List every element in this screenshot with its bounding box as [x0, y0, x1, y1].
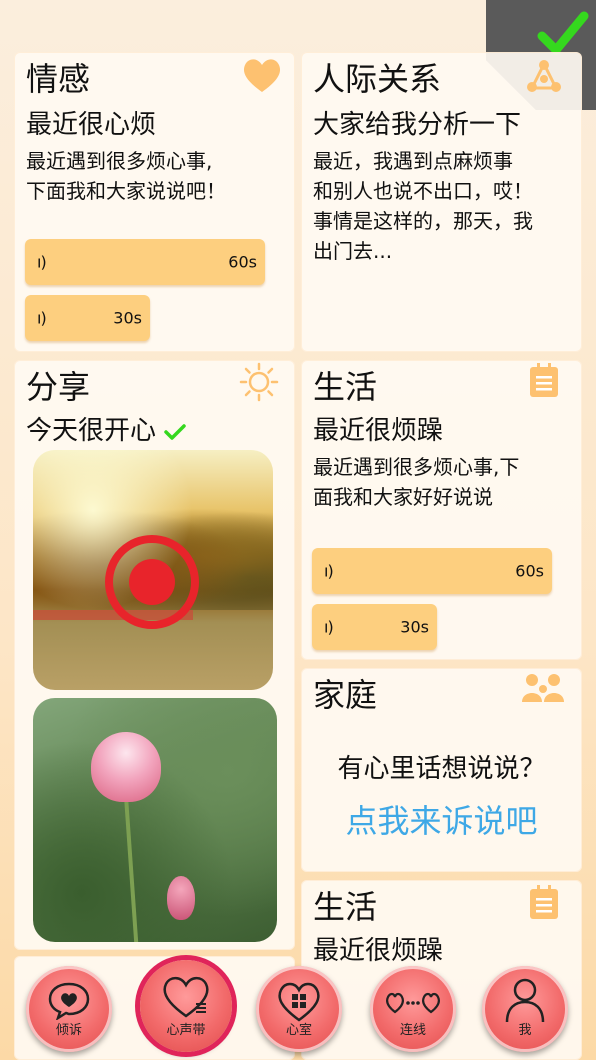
voice-duration: 60s — [515, 561, 544, 581]
category-label: 生活 — [313, 368, 378, 406]
voice-message-60s[interactable]: ı) 60s — [312, 548, 552, 594]
heart-window-icon — [278, 982, 320, 1022]
voice-message-30s[interactable]: ı) 30s — [312, 604, 437, 650]
nav-voice-tape[interactable]: 心声带 — [140, 960, 232, 1052]
nav-heart-room[interactable]: 心室 — [256, 966, 342, 1052]
heart-icon — [243, 59, 281, 92]
voice-wave-icon: ı) — [37, 308, 47, 328]
heart-outline-icon — [163, 976, 209, 1018]
card-life[interactable]: 生活 最近很烦躁 最近遇到很多烦心事,下 面我和大家好好说说 ı) 60s ı)… — [301, 360, 582, 660]
nav-label: 心室 — [285, 1023, 312, 1038]
category-label: 分享 — [26, 368, 91, 406]
play-icon — [129, 559, 175, 605]
post-body: 最近遇到很多烦心事, 下面我和大家说说吧！ — [26, 149, 226, 203]
category-label: 人际关系 — [313, 60, 442, 98]
category-label: 家庭 — [313, 676, 378, 714]
network-icon — [527, 60, 561, 92]
bottom-nav: 倾诉 心声带 心室 连线 我 — [0, 958, 596, 1060]
card-emotion[interactable]: 情感 最近很心烦 最近遇到很多烦心事, 下面我和大家说说吧！ ı) 60s ı)… — [14, 52, 295, 352]
nav-connect[interactable]: 连线 — [370, 966, 456, 1052]
post-body: 最近遇到很多烦心事,下 面我和大家好好说说 — [313, 455, 520, 509]
lotus-flower — [91, 732, 161, 802]
family-icon — [522, 674, 564, 702]
post-title: 最近很烦躁 — [313, 416, 444, 446]
person-icon — [505, 978, 545, 1023]
nav-me[interactable]: 我 — [482, 966, 568, 1052]
post-title: 今天很开心 — [26, 410, 187, 447]
sun-icon — [239, 362, 279, 402]
post-title: 最近很心烦 — [26, 110, 157, 140]
heart-chat-icon — [48, 982, 90, 1020]
nav-label: 心声带 — [166, 1023, 206, 1038]
linked-hearts-icon — [386, 992, 440, 1014]
lotus-photo[interactable] — [33, 698, 277, 942]
category-label: 生活 — [313, 888, 378, 926]
lotus-stem — [123, 788, 139, 942]
post-body: 最近，我遇到点麻烦事 和别人也说不出口，哎！ 事情是这样的，那天，我 出门去..… — [313, 149, 533, 263]
voice-message-60s[interactable]: ı) 60s — [25, 239, 265, 285]
video-thumbnail[interactable] — [33, 450, 273, 690]
play-button[interactable] — [105, 535, 199, 629]
clipboard-icon — [530, 363, 558, 397]
check-icon — [164, 423, 187, 440]
voice-wave-icon: ı) — [37, 252, 47, 272]
category-label: 情感 — [26, 60, 91, 98]
voice-wave-icon: ı) — [324, 561, 334, 581]
clipboard-icon — [530, 885, 558, 919]
voice-duration: 30s — [400, 617, 429, 637]
lotus-bud — [167, 876, 195, 920]
nav-label: 我 — [518, 1023, 532, 1038]
voice-duration: 60s — [228, 252, 257, 272]
tell-link[interactable]: 点我来诉说吧 — [301, 796, 582, 842]
post-title: 大家给我分析一下 — [313, 110, 522, 140]
family-prompt: 有心里话想说说？ — [337, 754, 546, 784]
card-relations[interactable]: 人际关系 大家给我分析一下 最近，我遇到点麻烦事 和别人也说不出口，哎！ 事情是… — [301, 52, 582, 352]
nav-label: 连线 — [399, 1023, 426, 1038]
nav-pour-out[interactable]: 倾诉 — [26, 966, 112, 1052]
card-share[interactable]: 分享 今天很开心 — [14, 360, 295, 950]
voice-duration: 30s — [113, 308, 142, 328]
voice-wave-icon: ı) — [324, 617, 334, 637]
nav-label: 倾诉 — [55, 1023, 82, 1038]
card-family[interactable]: 家庭 有心里话想说说？ 点我来诉说吧 — [301, 668, 582, 872]
voice-message-30s[interactable]: ı) 30s — [25, 295, 150, 341]
